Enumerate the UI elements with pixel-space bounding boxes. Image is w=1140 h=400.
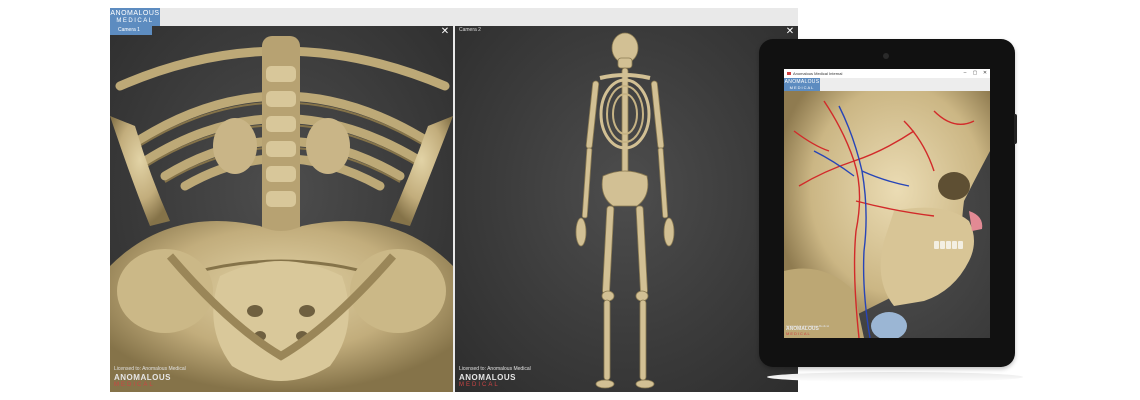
window-titlebar: Anomalous Medical Internal – ▢ ✕ xyxy=(784,69,990,78)
watermark-logo: ANOMALOUS MEDICAL xyxy=(114,373,171,389)
close-icon[interactable]: ✕ xyxy=(785,27,795,37)
minimize-button[interactable]: – xyxy=(960,69,970,78)
window-title: Anomalous Medical Internal xyxy=(793,71,843,76)
front-camera xyxy=(883,53,889,59)
app-logo[interactable]: ANOMALOUS MEDICAL xyxy=(110,8,160,26)
app-logo[interactable]: ANOMALOUS MEDICAL xyxy=(784,78,820,91)
tablet-viewport[interactable]: Licensed to: Anomalous Medical ANOMALOUS… xyxy=(784,91,990,338)
tablet-screen: Anomalous Medical Internal – ▢ ✕ ANOMALO… xyxy=(784,69,990,338)
skull-3d-model[interactable] xyxy=(784,91,990,338)
viewport-camera-2[interactable]: Camera 2 ✕ Licensed to: Anomalous Medica… xyxy=(455,26,798,392)
tablet-reflection xyxy=(767,372,1023,382)
license-text: Licensed to: Anomalous Medical xyxy=(114,366,186,372)
pelvis-3d-model[interactable] xyxy=(110,26,453,392)
camera-1-tab[interactable]: Camera 1 xyxy=(110,26,152,35)
license-text: Licensed to: Anomalous Medical xyxy=(459,366,531,372)
side-button xyxy=(1014,114,1017,144)
close-icon[interactable]: ✕ xyxy=(440,27,450,37)
maximize-button[interactable]: ▢ xyxy=(970,69,980,78)
skeleton-3d-model[interactable] xyxy=(455,26,798,392)
viewport-camera-1[interactable]: Camera 1 ✕ Licensed to: Anomalous Medica… xyxy=(110,26,453,392)
app-header: ANOMALOUS MEDICAL xyxy=(110,8,798,26)
screen-header: ANOMALOUS MEDICAL xyxy=(784,78,990,91)
watermark-logo: ANOMALOUS MEDICAL xyxy=(459,373,516,389)
tablet-device: Anomalous Medical Internal – ▢ ✕ ANOMALO… xyxy=(759,39,1017,367)
watermark-logo: ANOMALOUS MEDICAL xyxy=(786,326,819,336)
app-icon xyxy=(787,72,791,75)
camera-2-tab[interactable]: Camera 2 xyxy=(455,26,493,35)
desktop-app-window: ANOMALOUS MEDICAL Camera 1 ✕ Licensed to… xyxy=(110,8,798,392)
close-button[interactable]: ✕ xyxy=(980,69,990,78)
